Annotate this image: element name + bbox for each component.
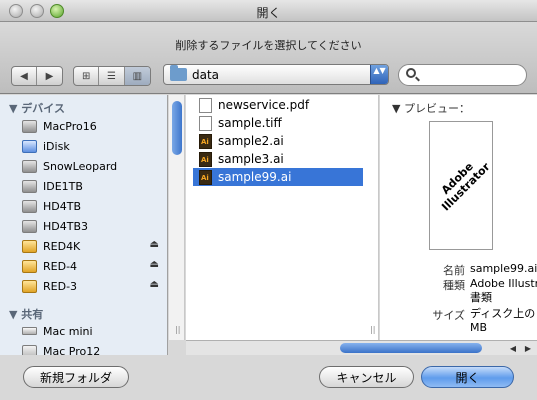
sidebar-item-label: MacPro16	[43, 119, 97, 133]
file-name: sample.tiff	[218, 116, 282, 130]
column-resize-grip-icon[interactable]: ||	[175, 325, 180, 334]
file-list-column: newservice.pdf sample.tiff sample2.ai sa…	[186, 95, 379, 340]
internal-disk-icon	[22, 219, 37, 233]
sidebar-item-ide1tb[interactable]: IDE1TB	[22, 176, 162, 196]
navigation-segment: ◀ ▶	[11, 66, 63, 86]
eject-icon[interactable]: ⏏	[150, 279, 159, 290]
ai-file-icon	[199, 151, 212, 167]
file-item[interactable]: sample.tiff	[193, 114, 363, 132]
sidebar-item-label: SnowLeopard	[43, 159, 118, 173]
view-mode-segment: ⊞ ☰ ▥	[73, 66, 151, 86]
meta-size-value: ディスク上の	[470, 307, 536, 320]
sidebar: ▼ デバイス MacPro16 iDisk SnowLeopard IDE1TB…	[0, 95, 168, 355]
meta-size-value-2: MB	[470, 321, 488, 334]
icon-view-button[interactable]: ⊞	[74, 67, 100, 85]
eject-icon[interactable]: ⏏	[150, 259, 159, 270]
pdf-file-icon	[199, 97, 212, 113]
sidebar-item-red-3[interactable]: RED-3	[22, 276, 162, 296]
sidebar-item-red-4[interactable]: RED-4	[22, 256, 162, 276]
sidebar-item-macpro16[interactable]: MacPro16	[22, 116, 162, 136]
meta-kind-label: 種類	[443, 279, 465, 292]
file-item[interactable]: sample3.ai	[193, 150, 363, 168]
cancel-button[interactable]: キャンセル	[319, 366, 414, 388]
sidebar-item-label: RED-3	[43, 279, 78, 293]
sidebar-item-label: RED-4	[43, 259, 78, 273]
external-disk-icon	[22, 279, 37, 293]
file-item[interactable]: newservice.pdf	[193, 96, 363, 114]
external-disk-icon	[22, 259, 37, 273]
meta-name-value: sample99.ai	[470, 262, 537, 275]
location-label: data	[192, 68, 220, 82]
tiff-file-icon	[199, 115, 212, 131]
list-view-button[interactable]: ☰	[99, 67, 125, 85]
folder-icon	[170, 65, 187, 81]
sidebar-item-hd4tb3[interactable]: HD4TB3	[22, 216, 162, 236]
ai-file-icon	[199, 169, 212, 185]
meta-size-label: サイズ	[432, 309, 465, 322]
window-title: 開く	[256, 6, 281, 20]
sidebar-item-mac-pro12[interactable]: Mac Pro12	[22, 341, 162, 355]
sidebar-item-label: RED4K	[43, 239, 81, 253]
sidebar-item-label: IDE1TB	[43, 179, 83, 193]
popup-arrows-icon: ▲▼	[370, 65, 388, 84]
eject-icon[interactable]: ⏏	[150, 239, 159, 250]
internal-disk-icon	[22, 179, 37, 193]
file-name: sample99.ai	[218, 170, 292, 184]
sidebar-item-label: Mac mini	[43, 324, 93, 338]
horizontal-scrollbar-thumb[interactable]	[340, 343, 482, 353]
meta-kind-value-2: 書類	[470, 291, 492, 304]
idisk-icon	[22, 139, 37, 153]
meta-name-label: 名前	[443, 264, 465, 277]
scroll-left-arrow-icon[interactable]: ◀	[506, 342, 520, 355]
browser-column-parent: ||	[169, 95, 185, 340]
forward-button[interactable]: ▶	[37, 67, 62, 85]
new-folder-button[interactable]: 新規フォルダ	[23, 366, 129, 388]
external-disk-icon	[22, 239, 37, 253]
dialog-prompt: 削除するファイルを選択してください	[175, 39, 362, 52]
meta-kind-value: Adobe Illustr	[470, 277, 537, 290]
sidebar-item-idisk[interactable]: iDisk	[22, 136, 162, 156]
preview-column: ▼ プレビュー： Adobe Illustrator 名前 sample99.a…	[380, 95, 537, 340]
vertical-scrollbar-thumb[interactable]	[172, 101, 182, 155]
sidebar-section-shared[interactable]: ▼ 共有	[9, 306, 43, 322]
search-icon	[406, 68, 416, 78]
ai-file-icon	[199, 133, 212, 149]
column-view-button[interactable]: ▥	[124, 67, 150, 85]
sidebar-section-devices[interactable]: ▼ デバイス	[9, 100, 65, 116]
back-button[interactable]: ◀	[12, 67, 38, 85]
column-resize-grip-icon[interactable]: ||	[370, 325, 375, 334]
open-button[interactable]: 開く	[421, 366, 514, 388]
sidebar-item-label: iDisk	[43, 139, 70, 153]
sidebar-item-snowleopard[interactable]: SnowLeopard	[22, 156, 162, 176]
adobe-illustrator-logo: Adobe Illustrator	[427, 148, 498, 219]
internal-disk-icon	[22, 199, 37, 213]
mac-mini-icon	[22, 327, 37, 335]
file-name: sample3.ai	[218, 152, 284, 166]
preview-header[interactable]: ▼ プレビュー：	[392, 100, 470, 116]
horizontal-scrollbar[interactable]: ◀ ▶	[186, 340, 537, 355]
internal-disk-icon	[22, 119, 37, 133]
internal-disk-icon	[22, 159, 37, 173]
sidebar-item-label: HD4TB3	[43, 219, 89, 233]
title-bar: 開く	[0, 0, 537, 22]
sidebar-item-label: Mac Pro12	[43, 344, 101, 356]
file-item[interactable]: sample2.ai	[193, 132, 363, 150]
search-field[interactable]	[398, 64, 527, 86]
mac-pro-icon	[22, 344, 37, 355]
toolbar: 削除するファイルを選択してください ◀ ▶ ⊞ ☰ ▥ data ▲▼	[0, 22, 537, 94]
file-item-selected[interactable]: sample99.ai	[193, 168, 363, 186]
scroll-right-arrow-icon[interactable]: ▶	[521, 342, 535, 355]
sidebar-item-hd4tb[interactable]: HD4TB	[22, 196, 162, 216]
sidebar-item-label: HD4TB	[43, 199, 82, 213]
sidebar-item-mac-mini[interactable]: Mac mini	[22, 321, 162, 341]
preview-thumbnail: Adobe Illustrator	[429, 121, 493, 250]
file-name: sample2.ai	[218, 134, 284, 148]
location-popup[interactable]: data ▲▼	[163, 64, 389, 85]
sidebar-item-red4k[interactable]: RED4K	[22, 236, 162, 256]
file-name: newservice.pdf	[218, 98, 310, 112]
